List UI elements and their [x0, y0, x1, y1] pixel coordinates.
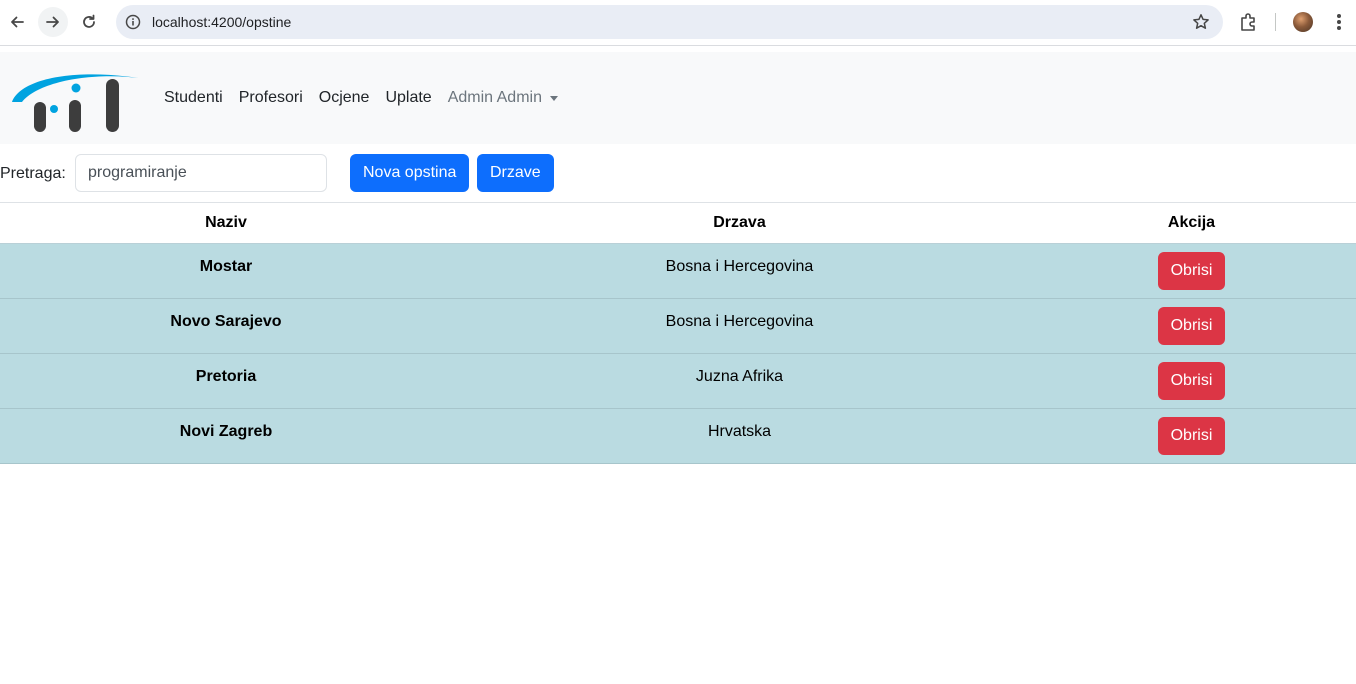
nav-link-ocjene[interactable]: Ocjene: [311, 87, 378, 109]
forward-arrow-icon: [46, 16, 59, 28]
cell-naziv: Novi Zagreb: [0, 408, 452, 464]
municipalities-table: Naziv Drzava Akcija Mostar Bosna i Herce…: [0, 202, 1356, 464]
toolbar-separator: [1275, 13, 1276, 31]
profile-avatar[interactable]: [1293, 12, 1313, 32]
caret-down-icon: [549, 95, 558, 101]
delete-button[interactable]: Obrisi: [1157, 252, 1226, 290]
cell-naziv: Mostar: [0, 243, 452, 299]
app-navbar: Studenti Profesori Ocjene Uplate Admin A…: [0, 52, 1356, 144]
forward-button[interactable]: [38, 7, 68, 37]
cell-akcija: Obrisi: [1027, 243, 1356, 299]
header-akcija: Akcija: [1027, 202, 1356, 244]
table-row: Mostar Bosna i Hercegovina Obrisi: [0, 243, 1356, 299]
cell-akcija: Obrisi: [1027, 298, 1356, 354]
nav-link-uplate[interactable]: Uplate: [377, 87, 439, 109]
extensions-puzzle-icon[interactable]: [1238, 11, 1260, 33]
user-dropdown-label: Admin Admin: [447, 89, 542, 106]
search-label: Pretraga:: [0, 165, 66, 182]
back-arrow-icon: [11, 16, 24, 28]
delete-button[interactable]: Obrisi: [1157, 362, 1226, 400]
cell-drzava: Juzna Afrika: [452, 353, 1027, 409]
url-text[interactable]: localhost:4200/opstine: [152, 14, 291, 30]
user-dropdown[interactable]: Admin Admin: [440, 87, 566, 109]
reload-button[interactable]: [74, 7, 104, 37]
delete-button[interactable]: Obrisi: [1157, 417, 1226, 455]
new-municipality-button[interactable]: Nova opstina: [350, 154, 470, 192]
cell-drzava: Bosna i Hercegovina: [452, 298, 1027, 354]
states-button[interactable]: Drzave: [477, 154, 554, 192]
table-row: Pretoria Juzna Afrika Obrisi: [0, 353, 1356, 409]
browser-menu-icon[interactable]: [1330, 12, 1348, 32]
header-drzava: Drzava: [452, 202, 1027, 244]
browser-toolbar: localhost:4200/opstine: [0, 0, 1356, 46]
cell-akcija: Obrisi: [1027, 408, 1356, 464]
reload-icon: [83, 14, 95, 28]
fit-logo[interactable]: [10, 62, 142, 134]
cell-drzava: Hrvatska: [452, 408, 1027, 464]
nav-links: Studenti Profesori Ocjene Uplate Admin A…: [156, 87, 566, 109]
cell-naziv: Novo Sarajevo: [0, 298, 452, 354]
cell-naziv: Pretoria: [0, 353, 452, 409]
delete-button[interactable]: Obrisi: [1157, 307, 1226, 345]
address-bar[interactable]: localhost:4200/opstine: [116, 5, 1223, 39]
bookmark-star-icon[interactable]: [1191, 12, 1211, 32]
site-info-icon[interactable]: [124, 13, 142, 31]
table-row: Novo Sarajevo Bosna i Hercegovina Obrisi: [0, 298, 1356, 354]
nav-link-profesori[interactable]: Profesori: [231, 87, 311, 109]
nav-link-studenti[interactable]: Studenti: [156, 87, 231, 109]
table-row: Novi Zagreb Hrvatska Obrisi: [0, 408, 1356, 464]
cell-akcija: Obrisi: [1027, 353, 1356, 409]
cell-drzava: Bosna i Hercegovina: [452, 243, 1027, 299]
header-naziv: Naziv: [0, 202, 452, 244]
search-row: Pretraga: Nova opstina Drzave: [0, 154, 1356, 192]
search-input[interactable]: [75, 154, 327, 192]
table-header-row: Naziv Drzava Akcija: [0, 202, 1356, 244]
back-button[interactable]: [2, 7, 32, 37]
